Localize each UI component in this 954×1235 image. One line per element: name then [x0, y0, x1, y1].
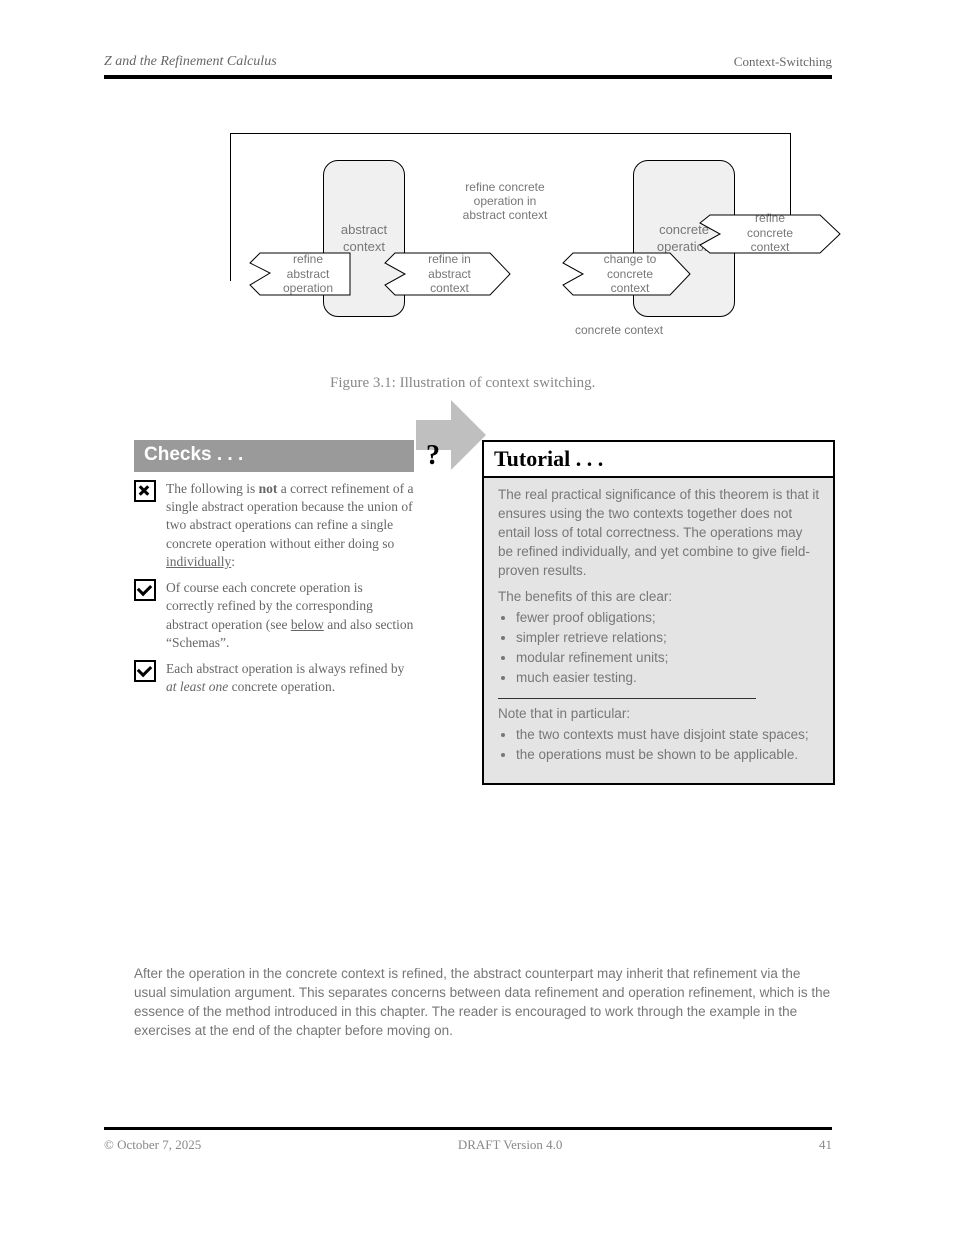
question-mark-icon: ?	[420, 440, 446, 473]
check-text: :	[231, 554, 235, 569]
check-text: concrete operation.	[232, 679, 335, 694]
list-item: the two contexts must have disjoint stat…	[516, 726, 821, 745]
tutorial-paragraph: The real practical significance of this …	[498, 486, 821, 580]
body-paragraph: After the operation in the concrete cont…	[134, 965, 834, 1041]
check-text: Each abstract operation is always refine…	[166, 661, 404, 676]
arrow2-label: refine in abstract context	[428, 252, 471, 295]
arrow1-label: refine abstract operation	[283, 252, 333, 295]
list-item: the operations must be shown to be appli…	[516, 746, 821, 765]
draft-version: DRAFT Version 4.0	[458, 1137, 563, 1153]
link-below[interactable]: below	[291, 617, 324, 632]
copyright: © October 7, 2025	[104, 1137, 201, 1153]
list-item: simpler retrieve relations;	[516, 629, 821, 648]
page: Z and the Refinement Calculus Context-Sw…	[0, 0, 954, 1235]
list-item: much easier testing.	[516, 669, 821, 688]
abstract-context-note: refine concrete operation in abstract co…	[425, 180, 585, 222]
tutorial-body: The real practical significance of this …	[484, 478, 833, 783]
check-text: Schemas	[172, 635, 220, 650]
subsection-title: Context-Switching	[734, 54, 832, 70]
list-item: modular refinement units;	[516, 649, 821, 668]
tutorial-heading: Tutorial . . .	[484, 442, 833, 478]
x-icon	[134, 480, 156, 502]
check-text-bold: not	[259, 481, 278, 496]
arrow3-label: change to concrete context	[604, 252, 657, 295]
check-text: a correct refinement	[277, 481, 389, 496]
check-item-1: The following is not a correct refinemen…	[134, 480, 414, 571]
arrow4-label: refine concrete context	[747, 211, 793, 254]
context-switch-diagram: abstract context concrete operation refi…	[230, 125, 842, 370]
check-text-em: at least one	[166, 679, 228, 694]
running-head: Z and the Refinement Calculus Context-Sw…	[104, 54, 832, 70]
check-text: ”.	[220, 635, 229, 650]
page-footer: © October 7, 2025 DRAFT Version 4.0 41	[104, 1137, 832, 1153]
checks-heading: Checks . . .	[134, 440, 414, 472]
check-text: The following is	[166, 481, 259, 496]
tutorial-panel: Tutorial . . . The real practical signif…	[482, 440, 835, 785]
tutorial-paragraph: The benefits of this are clear:	[498, 588, 821, 607]
page-number: 41	[819, 1137, 832, 1153]
divider	[498, 698, 756, 699]
bottom-rule	[104, 1127, 832, 1130]
check-item-3: Each abstract operation is always refine…	[134, 660, 414, 696]
concrete-context-label: concrete context	[575, 323, 663, 337]
tutorial-benefits-list: fewer proof obligations; simpler retriev…	[498, 609, 821, 688]
check-item-2: Of course each concrete operation is cor…	[134, 579, 414, 652]
check-icon	[134, 579, 156, 601]
link-individually[interactable]: individually	[166, 554, 231, 569]
top-rule	[104, 75, 832, 79]
checks-panel: Checks . . . The following is not a corr…	[134, 440, 414, 696]
tutorial-note-head: Note that in particular:	[498, 705, 821, 724]
tutorial-notes-list: the two contexts must have disjoint stat…	[498, 726, 821, 765]
list-item: fewer proof obligations;	[516, 609, 821, 628]
figure-caption: Figure 3.1: Illustration of context swit…	[330, 375, 595, 392]
check-icon	[134, 660, 156, 682]
section-title: Z and the Refinement Calculus	[104, 54, 277, 70]
